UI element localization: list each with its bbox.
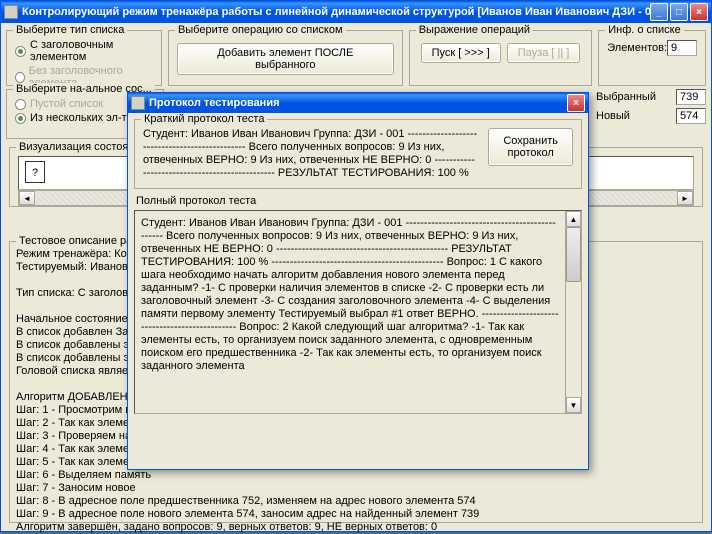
dialog-titlebar[interactable]: Протокол тестирования ×	[128, 93, 588, 113]
scroll-thumb[interactable]	[566, 227, 581, 282]
dialog-title: Протокол тестирования	[149, 97, 567, 109]
minimize-button[interactable]: _	[650, 3, 668, 21]
dialog-icon	[131, 96, 145, 110]
pause-button[interactable]: Пауза [ || ]	[507, 43, 581, 63]
viz-cell: ?	[25, 161, 45, 183]
full-protocol-pane: Студент: Иванов Иван Иванович Группа: ДЗ…	[134, 210, 582, 414]
full-protocol-text: Студент: Иванов Иван Иванович Группа: ДЗ…	[135, 211, 565, 413]
group-operation: Выберите операцию со списком Добавить эл…	[168, 30, 403, 86]
full-protocol-label: Полный протокол теста	[136, 195, 582, 207]
main-titlebar[interactable]: Контролирующий режим тренажёра работы с …	[1, 1, 711, 23]
group-list-info: Инф. о списке Элементов:9	[598, 30, 706, 86]
short-protocol-text: Студент: Иванов Иван Иванович Группа: ДЗ…	[143, 128, 478, 180]
add-after-button[interactable]: Добавить элемент ПОСЛЕ выбранного	[177, 43, 394, 75]
app-icon	[4, 5, 18, 19]
close-button[interactable]: ×	[690, 3, 708, 21]
save-protocol-button[interactable]: Сохранить протокол	[488, 128, 573, 166]
scroll-left-icon[interactable]: ◄	[19, 191, 35, 205]
dialog-close-button[interactable]: ×	[567, 94, 585, 112]
scroll-right-icon[interactable]: ►	[677, 191, 693, 205]
main-title: Контролирующий режим тренажёра работы с …	[22, 6, 650, 18]
protocol-vscrollbar[interactable]: ▲ ▼	[565, 211, 581, 413]
scroll-down-icon[interactable]: ▼	[566, 397, 581, 413]
maximize-button[interactable]: □	[670, 3, 688, 21]
group-list-type: Выберите тип списка С заголовочным элеме…	[6, 30, 162, 86]
scroll-up-icon[interactable]: ▲	[566, 211, 581, 227]
radio-with-header[interactable]: С заголовочным элементом	[15, 39, 153, 63]
group-exec: Выражение операций Пуск [ >>> ] Пауза [ …	[409, 30, 593, 86]
run-button[interactable]: Пуск [ >>> ]	[421, 43, 501, 63]
elements-count: 9	[667, 40, 697, 56]
protocol-dialog: Протокол тестирования × Краткий протокол…	[127, 92, 589, 470]
short-protocol-box: Краткий протокол теста Студент: Иванов И…	[134, 119, 582, 189]
